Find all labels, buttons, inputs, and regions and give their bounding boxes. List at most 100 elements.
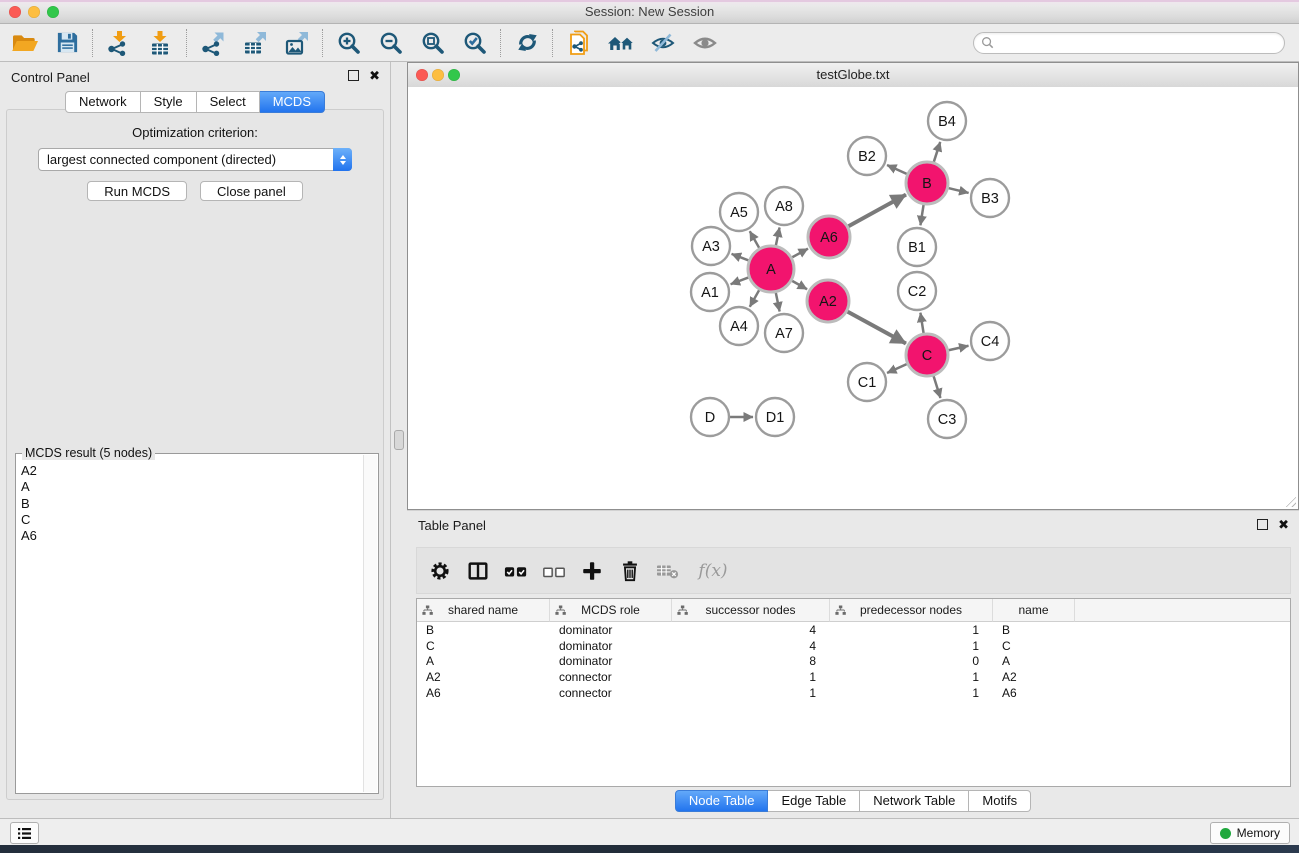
network-minimize-button[interactable] [432,69,444,81]
result-list-scrollbar[interactable] [363,455,377,792]
select-stepper-icon [333,148,352,171]
tree-hierarchy-icon [677,605,688,616]
deselect-all-columns-button[interactable] [539,553,569,589]
graph-edge-A-A3[interactable] [732,254,749,261]
table-row[interactable]: A2connector11A2 [417,669,1290,685]
close-panel-button[interactable]: Close panel [200,181,303,201]
toolbar-separator [552,29,554,57]
graph-edge-A-A4[interactable] [750,290,759,307]
mcds-tab-content: Optimization criterion: largest connecte… [6,109,384,800]
panel-divider[interactable] [391,62,407,818]
mcds-result-item[interactable]: A [21,479,363,495]
graph-node-label-C: C [922,348,932,364]
split-view-button[interactable] [463,553,493,589]
run-mcds-button[interactable]: Run MCDS [87,181,187,201]
delete-column-button[interactable] [615,553,645,589]
delete-table-button[interactable] [653,553,683,589]
table-row[interactable]: A6connector11A6 [417,685,1290,701]
tab-style[interactable]: Style [141,91,197,113]
function-builder-button[interactable]: f(x) [691,553,735,589]
search-input[interactable] [999,35,1277,51]
graph-edge-C-C1[interactable] [887,364,907,373]
task-list-button[interactable] [10,822,39,844]
graph-node-label-A7: A7 [775,326,793,342]
refresh-button[interactable] [506,26,548,59]
graph-edge-A-A7[interactable] [776,293,780,312]
table-cell-name: B [993,623,1075,637]
window-title: Session: New Session [0,2,1299,22]
import-table-button[interactable] [140,26,182,59]
export-image-button[interactable] [276,26,318,59]
minimize-window-button[interactable] [28,6,40,18]
memory-button[interactable]: Memory [1210,822,1290,844]
graph-edge-A-A2[interactable] [792,281,807,290]
first-neighbors-button[interactable] [600,26,642,59]
column-header-predecessor-nodes[interactable]: predecessor nodes [830,599,993,622]
graph-edge-C-C4[interactable] [948,346,968,350]
column-header-shared-name[interactable]: shared name [417,599,550,622]
table-tab-edge-table[interactable]: Edge Table [768,790,860,812]
close-table-panel-icon[interactable]: ✖ [1278,519,1289,530]
graph-edge-C-C3[interactable] [934,376,941,398]
import-network-button[interactable] [98,26,140,59]
close-window-button[interactable] [9,6,21,18]
search-field[interactable] [973,32,1285,54]
select-all-columns-button[interactable] [501,553,531,589]
mcds-result-item[interactable]: B [21,496,363,512]
divider-grip[interactable] [394,430,404,450]
network-zoom-button[interactable] [448,69,460,81]
node-table: shared nameMCDS rolesuccessor nodesprede… [416,598,1291,787]
zoom-fit-button[interactable] [412,26,454,59]
tab-select[interactable]: Select [197,91,260,113]
zoom-out-button[interactable] [370,26,412,59]
mcds-result-item[interactable]: A2 [21,463,363,479]
graph-edge-B-B3[interactable] [948,188,968,193]
zoom-selected-button[interactable] [454,26,496,59]
graph-edge-B-B1[interactable] [920,205,923,226]
table-settings-button[interactable] [425,553,455,589]
table-tab-network-table[interactable]: Network Table [860,790,969,812]
zoom-in-button[interactable] [328,26,370,59]
graph-node-label-A6: A6 [820,230,838,246]
zoom-window-button[interactable] [47,6,59,18]
graph-edge-C-C2[interactable] [920,313,923,334]
open-session-button[interactable] [4,26,46,59]
tab-mcds[interactable]: MCDS [260,91,325,113]
mcds-result-item[interactable]: C [21,512,363,528]
table-row[interactable]: Bdominator41B [417,622,1290,638]
save-session-button[interactable] [46,26,88,59]
hide-selected-button[interactable] [642,26,684,59]
graph-edge-B-B4[interactable] [934,142,940,162]
graph-edge-A2-C[interactable] [847,312,906,344]
zoom-in-icon [336,30,362,56]
graph-edge-A-A8[interactable] [776,228,780,246]
graph-node-label-B2: B2 [858,149,876,165]
graph-edge-A-A1[interactable] [731,277,749,284]
table-row[interactable]: Adominator80A [417,654,1290,670]
tab-network[interactable]: Network [65,91,141,113]
network-close-button[interactable] [416,69,428,81]
criterion-select[interactable]: largest connected component (directed) [38,148,352,171]
export-network-button[interactable] [192,26,234,59]
export-table-button[interactable] [234,26,276,59]
split-view-icon [466,559,490,583]
new-network-from-selection-button[interactable] [558,26,600,59]
close-panel-icon[interactable]: ✖ [369,70,380,81]
table-cell-shared-name: A2 [417,670,550,684]
table-tab-motifs[interactable]: Motifs [969,790,1031,812]
graph-edge-A-A6[interactable] [792,249,808,258]
float-panel-icon[interactable] [348,70,359,81]
column-header-name[interactable]: name [993,599,1075,622]
mcds-result-item[interactable]: A6 [21,528,363,544]
table-row[interactable]: Cdominator41C [417,638,1290,654]
table-tab-node-table[interactable]: Node Table [675,790,769,812]
add-column-button[interactable] [577,553,607,589]
column-header-successor-nodes[interactable]: successor nodes [672,599,830,622]
float-table-panel-icon[interactable] [1257,519,1268,530]
graph-edge-A6-B[interactable] [848,195,906,227]
graph-edge-A-A5[interactable] [750,231,759,248]
show-all-button[interactable] [684,26,726,59]
column-header-mcds-role[interactable]: MCDS role [550,599,672,622]
graph-edge-B-B2[interactable] [887,165,907,174]
network-canvas[interactable]: B4B2BB3A5A8A6A3B1AA1C2A2A4A7C4CC1C3DD1 [408,87,1298,509]
